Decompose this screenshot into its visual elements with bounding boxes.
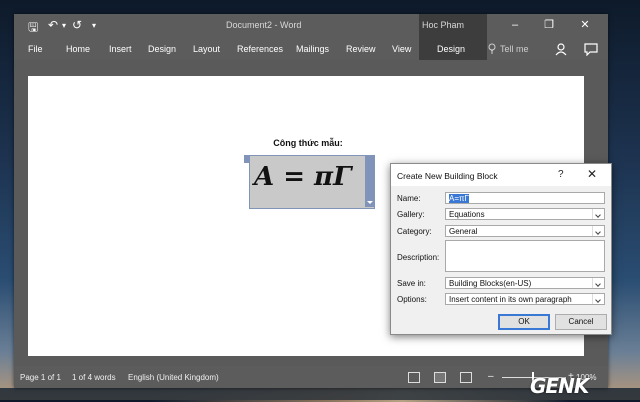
category-label: Category:: [397, 227, 432, 236]
save-icon[interactable]: 🖫: [28, 18, 38, 39]
tab-mailings[interactable]: Mailings: [296, 44, 329, 54]
dialog-close-icon[interactable]: ✕: [587, 167, 597, 181]
title-bar: 🖫 ↶ ▾ ↺ ▾ Document2 - Word Hoc Pham – ❐ …: [14, 14, 608, 38]
save-in-select[interactable]: Building Blocks(en-US): [445, 277, 605, 289]
tell-me-search[interactable]: Tell me: [500, 44, 529, 54]
help-icon[interactable]: ?: [558, 169, 564, 180]
tab-references[interactable]: References: [237, 44, 283, 54]
equation-text[interactable]: A = πΓ: [254, 162, 352, 192]
web-layout-icon[interactable]: [460, 372, 472, 383]
gallery-select[interactable]: Equations: [445, 208, 605, 220]
category-select[interactable]: General: [445, 225, 605, 237]
tab-insert[interactable]: Insert: [109, 44, 132, 54]
chevron-down-icon: [592, 294, 604, 304]
gallery-value: Equations: [449, 210, 485, 219]
dialog-title: Create New Building Block: [397, 171, 498, 181]
options-label: Options:: [397, 295, 427, 304]
comment-icon[interactable]: [584, 42, 598, 56]
read-mode-icon[interactable]: [408, 372, 420, 383]
redo-icon[interactable]: ↺: [72, 18, 82, 32]
tab-review[interactable]: Review: [346, 44, 376, 54]
context-tool-label: Hoc Pham: [422, 20, 465, 30]
name-field[interactable]: A=πΓ: [445, 192, 605, 204]
name-label: Name:: [397, 194, 421, 203]
tab-file[interactable]: File: [28, 44, 43, 54]
tab-home[interactable]: Home: [66, 44, 90, 54]
ribbon-tabs: File Home Insert Design Layout Reference…: [14, 38, 608, 60]
customize-toolbar-icon[interactable]: ▾: [92, 21, 96, 30]
chevron-down-icon: [592, 226, 604, 236]
description-label: Description:: [397, 253, 440, 262]
genk-watermark: GENK: [530, 374, 589, 398]
equation-box[interactable]: A = πΓ: [244, 155, 375, 209]
word-count[interactable]: 1 of 4 words: [72, 373, 116, 382]
document-title: Document2 - Word: [226, 20, 302, 30]
category-value: General: [449, 227, 478, 236]
save-in-value: Building Blocks(en-US): [449, 279, 532, 288]
user-icon[interactable]: [554, 42, 568, 56]
chevron-down-icon: [592, 278, 604, 288]
language-indicator[interactable]: English (United Kingdom): [128, 373, 219, 382]
save-in-label: Save in:: [397, 279, 426, 288]
tab-equation-design[interactable]: Design: [437, 44, 466, 54]
print-layout-icon[interactable]: [434, 372, 446, 383]
tab-layout[interactable]: Layout: [193, 44, 220, 54]
options-value: Insert content in its own paragraph: [449, 295, 572, 304]
equation-handle[interactable]: [244, 155, 250, 163]
tab-view[interactable]: View: [392, 44, 411, 54]
ok-button[interactable]: OK: [498, 314, 550, 330]
zoom-out-button[interactable]: –: [488, 371, 494, 382]
minimize-button[interactable]: –: [502, 16, 528, 34]
equation-options-button[interactable]: [365, 155, 375, 207]
options-select[interactable]: Insert content in its own paragraph: [445, 293, 605, 305]
sample-caption: Công thức mẫu:: [273, 138, 343, 148]
lightbulb-icon: [488, 43, 496, 54]
close-button[interactable]: ✕: [572, 16, 598, 34]
page-count[interactable]: Page 1 of 1: [20, 373, 61, 382]
chevron-down-icon: [367, 201, 373, 204]
gallery-label: Gallery:: [397, 210, 425, 219]
undo-dropdown-icon[interactable]: ▾: [62, 21, 66, 30]
status-bar: Page 1 of 1 1 of 4 words English (United…: [14, 366, 608, 388]
name-field-value: A=πΓ: [449, 194, 469, 203]
chevron-down-icon: [592, 209, 604, 219]
cancel-button[interactable]: Cancel: [555, 314, 607, 330]
create-building-block-dialog: Create New Building Block ? ✕ Name: A=πΓ…: [390, 163, 612, 335]
tab-design[interactable]: Design: [148, 44, 176, 54]
description-field[interactable]: [445, 240, 605, 272]
undo-icon[interactable]: ↶: [48, 18, 58, 32]
restore-button[interactable]: ❐: [536, 16, 562, 34]
